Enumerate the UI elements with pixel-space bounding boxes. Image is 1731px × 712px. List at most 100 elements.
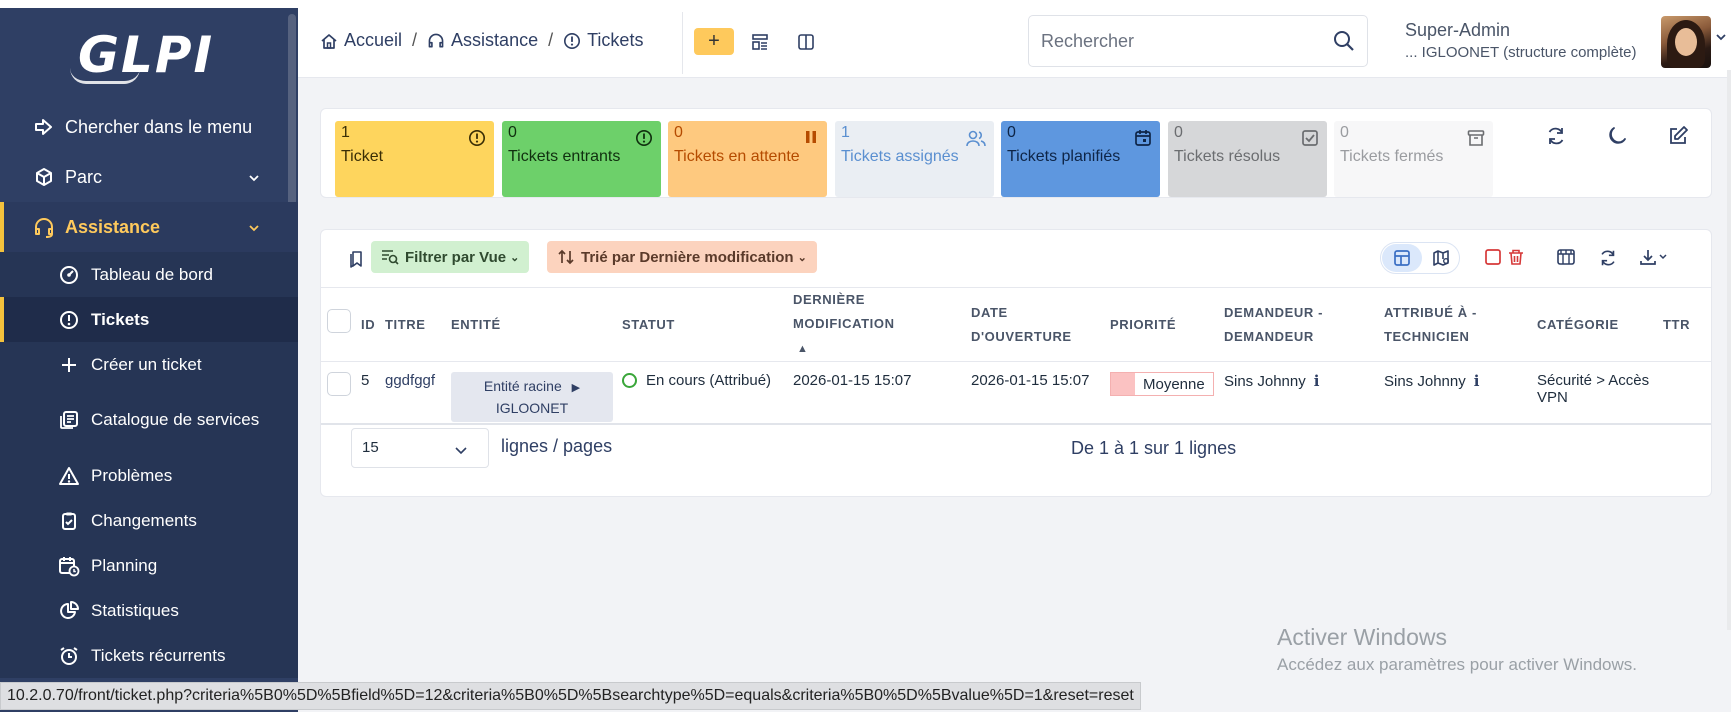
sidebar-item-label: Assistance (65, 216, 161, 237)
select-all-checkbox[interactable] (327, 308, 351, 333)
entity-line1: Entité racine (483, 378, 562, 394)
tile-count: 0 (508, 124, 517, 141)
tile-count: 0 (1174, 124, 1183, 141)
trash-icon[interactable] (1507, 248, 1525, 271)
status-text: En cours (Attribué) (646, 372, 772, 389)
plus-icon (57, 354, 81, 376)
sidebar-item-creer-ticket[interactable]: Créer un ticket (0, 342, 298, 387)
column-header-derniere-modification[interactable]: DERNIÈRE MODIFICATION ▲ (789, 287, 967, 362)
alert-circle-icon (635, 129, 653, 152)
requester-name[interactable]: Sins Johnny (1224, 373, 1306, 390)
tile-tickets-assignes[interactable]: 1 Tickets assignés (835, 121, 994, 197)
caret-right-icon: ▶ (571, 382, 581, 394)
filter-by-view-button[interactable]: Filtrer par Vue ⌄ (371, 241, 530, 273)
pagination-info: De 1 à 1 sur 1 lignes (1071, 438, 1237, 458)
tile-tickets-entrants[interactable]: 0 Tickets entrants (502, 121, 661, 197)
sidebar-item-assistance[interactable]: Assistance (0, 202, 298, 252)
breadcrumb-separator: / (412, 30, 418, 50)
tile-tickets-resolus[interactable]: 0 Tickets résolus (1168, 121, 1327, 197)
sidebar-item-statistiques[interactable]: Statistiques (0, 588, 298, 633)
columns-settings-icon[interactable] (1556, 248, 1576, 271)
page-size-select[interactable]: 15 (351, 428, 489, 468)
ticket-table: ID TITRE ENTITÉ STATUT DERNIÈRE MODIFICA… (321, 287, 1711, 425)
sidebar-item-catalogue[interactable]: Catalogue de services (0, 387, 298, 453)
sidebar-item-tickets[interactable]: Tickets (0, 297, 298, 342)
column-header-ttr[interactable]: TTR (1659, 287, 1711, 362)
bookmark-icon[interactable] (349, 250, 365, 273)
column-header-titre[interactable]: TITRE (381, 287, 447, 362)
sidebar-item-tableau-de-bord[interactable]: Tableau de bord (0, 252, 298, 297)
technician-name[interactable]: Sins Johnny (1384, 373, 1466, 390)
entity-badge[interactable]: Entité racine ▶ IGLOONET (451, 372, 613, 422)
sidebar-item-changements[interactable]: Changements (0, 498, 298, 543)
ticket-title-link[interactable]: ggdfggf (385, 372, 435, 389)
pie-chart-icon (57, 600, 81, 622)
search-input[interactable] (1041, 28, 1321, 54)
info-icon[interactable]: i (1314, 372, 1320, 390)
cell-status: En cours (Attribué) (618, 361, 789, 425)
tile-label: Tickets en attente (674, 148, 800, 165)
reload-icon[interactable] (1598, 248, 1618, 273)
sidebar-search-menu[interactable]: Chercher dans le menu (0, 102, 298, 152)
row-checkbox[interactable] (327, 372, 351, 396)
sidebar-item-planning[interactable]: Planning (0, 543, 298, 588)
alarm-icon (57, 645, 81, 667)
column-header-label: DERNIÈRE MODIFICATION (793, 292, 895, 331)
priority-swatch (1111, 373, 1135, 395)
column-header-id[interactable]: ID (357, 287, 381, 362)
column-header-technicien[interactable]: ATTRIBUÉ À - TECHNICIEN (1380, 287, 1533, 362)
breadcrumb-label: Assistance (451, 30, 539, 50)
pause-icon (803, 129, 819, 150)
page-size-value: 15 (362, 439, 379, 456)
column-header-demandeur[interactable]: DEMANDEUR - DEMANDEUR (1220, 287, 1380, 362)
avatar[interactable] (1661, 16, 1711, 68)
headset-icon (428, 33, 444, 48)
column-header-entite[interactable]: ENTITÉ (447, 287, 618, 362)
user-menu[interactable]: Super-Admin ... IGLOONET (structure comp… (1405, 20, 1695, 61)
download-icon[interactable] (1639, 248, 1669, 271)
headset-icon (33, 216, 55, 238)
map-view-button[interactable] (1423, 244, 1459, 272)
select-all-icon[interactable] (1484, 248, 1502, 271)
column-header-statut[interactable]: STATUT (618, 287, 789, 362)
sort-button[interactable]: Trié par Dernière modification ⌄ (547, 241, 817, 273)
clipboard-check-icon (57, 510, 81, 532)
column-header-priorite[interactable]: PRIORITÉ (1106, 287, 1220, 362)
list-toolbar: Filtrer par Vue ⌄ Trié par Dernière modi… (321, 230, 1711, 286)
tile-ticket[interactable]: 1 Ticket (335, 121, 494, 197)
sidebar-item-problemes[interactable]: Problèmes (0, 453, 298, 498)
search-icon[interactable] (1333, 30, 1355, 57)
sidebar-item-tickets-recurrents[interactable]: Tickets récurrents (0, 633, 298, 678)
page-scrollbar[interactable] (1727, 70, 1731, 630)
tile-tickets-planifies[interactable]: 0 Tickets planifiés (1001, 121, 1160, 197)
alert-circle-icon (564, 32, 581, 49)
breadcrumb: Accueil / Assistance / Tickets (320, 30, 643, 51)
breadcrumb-tickets[interactable]: Tickets (563, 30, 643, 51)
info-icon[interactable]: i (1474, 372, 1480, 390)
home-icon (321, 33, 337, 49)
tile-label: Tickets entrants (508, 148, 621, 165)
refresh-icon[interactable] (1545, 125, 1567, 152)
users-icon (966, 129, 986, 152)
sidebar-item-parc[interactable]: Parc (0, 152, 298, 202)
split-view-icon[interactable] (794, 30, 818, 54)
table-view-button[interactable] (1382, 244, 1422, 272)
user-name: Super-Admin (1405, 20, 1511, 40)
table-row[interactable]: 5 ggdfggf Entité racine ▶ IGLOONET En co… (321, 361, 1711, 425)
column-header-date-ouverture[interactable]: DATE D'OUVERTURE (967, 287, 1106, 362)
chevron-down-icon[interactable] (1715, 30, 1727, 48)
browser-status-url: 10.2.0.70/front/ticket.php?criteria%5B0%… (0, 682, 1141, 710)
edit-icon[interactable] (1667, 125, 1689, 152)
moon-icon[interactable] (1606, 125, 1628, 152)
cell-entity: Entité racine ▶ IGLOONET (447, 361, 618, 425)
breadcrumb-assistance[interactable]: Assistance (427, 30, 538, 51)
tile-tickets-fermes[interactable]: 0 Tickets fermés (1334, 121, 1493, 197)
sidebar-sub-label: Planning (91, 555, 158, 575)
entity-line2: IGLOONET (495, 400, 569, 416)
alert-circle-icon (468, 129, 486, 152)
breadcrumb-accueil[interactable]: Accueil (320, 30, 402, 51)
template-icon[interactable] (748, 30, 772, 54)
tile-tickets-en-attente[interactable]: 0 Tickets en attente (668, 121, 827, 197)
add-ticket-button[interactable]: + (694, 28, 734, 55)
column-header-categorie[interactable]: CATÉGORIE (1533, 287, 1659, 362)
